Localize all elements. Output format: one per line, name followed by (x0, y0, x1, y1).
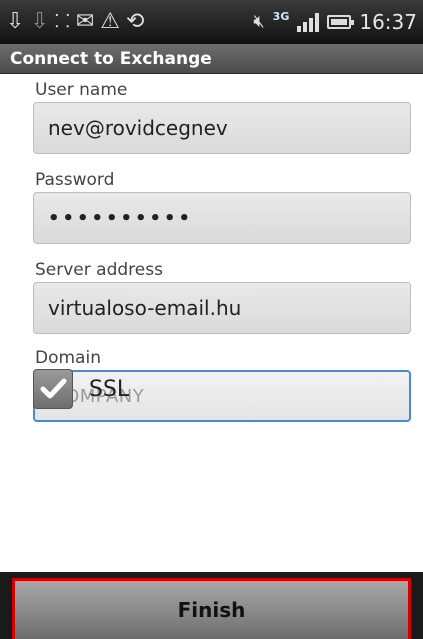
battery-icon (327, 15, 355, 29)
finish-button[interactable]: Finish (12, 578, 411, 639)
wifi-icon: ⸬ (54, 11, 70, 32)
password-field[interactable]: •••••••••• (33, 192, 411, 244)
download-icon: ⇩ (30, 9, 49, 34)
mail-icon: ✉ (75, 9, 95, 34)
status-bar-system: 🔇︎ 3G 16:37 (253, 9, 417, 35)
domain-label: Domain (35, 348, 101, 368)
username-field[interactable]: nev@rovidcegnev (33, 102, 411, 154)
server-label: Server address (35, 260, 163, 280)
password-value: •••••••••• (48, 207, 194, 229)
page-title: Connect to Exchange (10, 48, 212, 69)
download-icon: ⇩ (6, 9, 25, 34)
clock: 16:37 (359, 10, 417, 34)
warning-icon: ⚠ (100, 9, 120, 34)
status-bar-notifications: ⇩ ⇩ ⸬ ✉ ⚠ ⟲ (6, 11, 144, 33)
checkmark-icon (40, 378, 67, 399)
password-label: Password (35, 170, 115, 190)
ssl-checkbox[interactable] (33, 369, 73, 409)
network-type: 3G (272, 9, 290, 23)
status-bar: ⇩ ⇩ ⸬ ✉ ⚠ ⟲ 🔇︎ 3G 16:37 (0, 0, 423, 44)
title-bar: Connect to Exchange (0, 44, 423, 74)
signal-icon (297, 12, 320, 32)
finish-label: Finish (177, 598, 246, 622)
server-value: virtualoso-email.hu (48, 296, 242, 320)
username-label: User name (35, 80, 128, 100)
server-address-field[interactable]: virtualoso-email.hu (33, 282, 411, 334)
username-value: nev@rovidcegnev (48, 116, 228, 140)
ssl-label: SSL (89, 377, 130, 402)
sync-icon: ⟲ (125, 9, 145, 34)
mute-icon: 🔇︎ (253, 11, 265, 32)
